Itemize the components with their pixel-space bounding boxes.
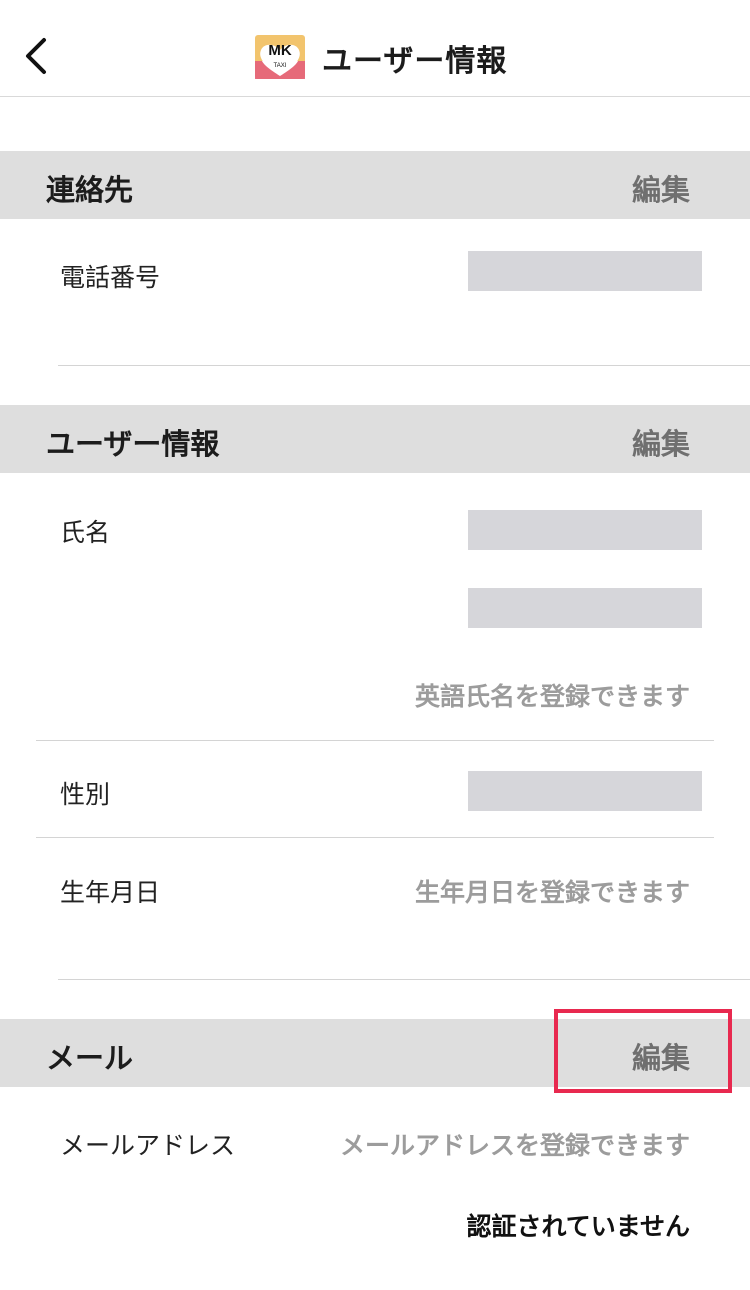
app-header: MK TAXI ユーザー情報 [0,0,750,97]
edit-contact-button[interactable]: 編集 [632,167,690,209]
section-header-contact: 連絡先 編集 [0,151,750,219]
section-header-user-info: ユーザー情報 編集 [0,405,750,473]
name-label: 氏名 [60,518,111,547]
divider [58,365,750,366]
svg-text:MK: MK [268,42,291,59]
phone-label: 電話番号 [60,263,161,292]
divider [58,979,750,980]
back-button[interactable] [18,32,54,80]
english-name-hint[interactable]: 英語氏名を登録できます [415,677,690,713]
phone-value [468,251,702,291]
verification-status: 認証されていません [466,1212,690,1241]
birthday-label: 生年月日 [60,878,161,907]
birthday-hint[interactable]: 生年月日を登録できます [415,873,690,909]
email-hint[interactable]: メールアドレスを登録できます [340,1126,690,1162]
edit-mail-highlight [554,1009,732,1093]
section-title-contact: 連絡先 [46,173,134,207]
name-value-2 [468,588,702,628]
page-title: ユーザー情報 [322,44,508,79]
edit-user-info-button[interactable]: 編集 [632,421,690,463]
mk-taxi-logo: MK TAXI [255,35,305,79]
divider [36,740,714,741]
name-value-1 [468,510,702,550]
gender-label: 性別 [60,780,111,809]
divider [36,837,714,838]
svg-text:TAXI: TAXI [274,63,287,69]
gender-value [468,771,702,811]
email-label: メールアドレス [60,1131,236,1160]
chevron-left-icon [26,38,46,74]
section-title-user-info: ユーザー情報 [46,427,220,461]
section-title-mail: メール [46,1041,134,1075]
